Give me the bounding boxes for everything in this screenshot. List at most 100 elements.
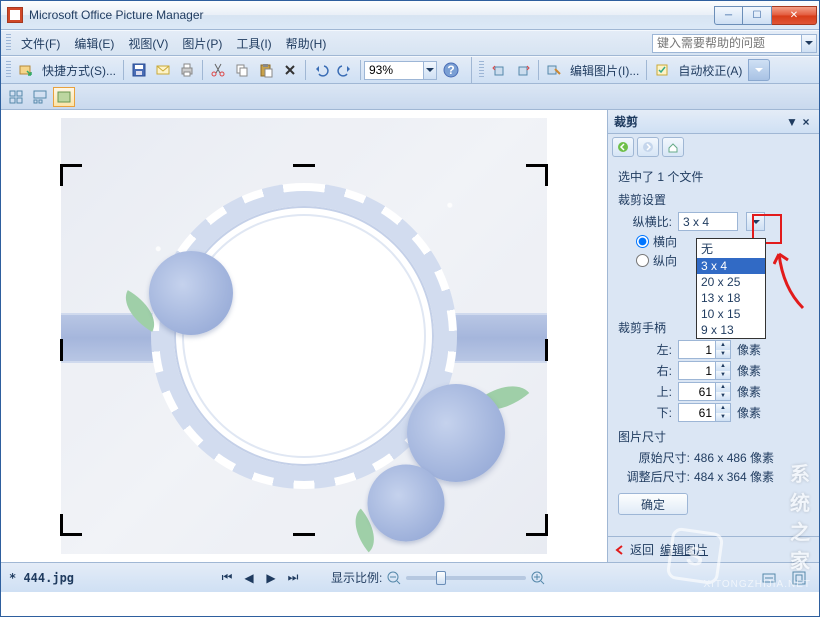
menu-help[interactable]: 帮助(H) <box>279 32 334 55</box>
gripper-icon[interactable] <box>6 34 11 52</box>
window-title: Microsoft Office Picture Manager <box>29 8 714 22</box>
crop-handle-top[interactable] <box>293 164 315 167</box>
menu-edit[interactable]: 编辑(E) <box>67 32 121 55</box>
ratio-option-3x4[interactable]: 3 x 4 <box>697 258 765 274</box>
crop-overlay <box>1 110 607 562</box>
single-view-button[interactable] <box>53 87 75 107</box>
fit-width-button[interactable] <box>758 567 780 589</box>
menu-picture[interactable]: 图片(P) <box>175 32 229 55</box>
gripper-icon[interactable] <box>6 61 11 79</box>
ratio-option-10x15[interactable]: 10 x 15 <box>697 306 765 322</box>
edit-picture-icon[interactable] <box>543 59 565 81</box>
zoom-out-button[interactable] <box>383 567 405 589</box>
gripper-icon[interactable] <box>479 61 484 79</box>
zoom-slider[interactable] <box>406 576 526 580</box>
first-image-button[interactable]: ⏮ <box>219 570 235 586</box>
zoom-dropdown-button[interactable] <box>424 61 437 80</box>
edit-picture-link[interactable]: 编辑图片 <box>660 541 708 558</box>
undo-icon[interactable] <box>310 59 332 81</box>
fit-window-button[interactable] <box>788 567 810 589</box>
paste-icon[interactable] <box>255 59 277 81</box>
left-label: 左: <box>628 341 678 358</box>
save-icon[interactable] <box>128 59 150 81</box>
bottom-label: 下: <box>628 404 678 421</box>
help-icon[interactable]: ? <box>440 59 462 81</box>
original-size-label: 原始尺寸: <box>622 449 694 466</box>
next-image-button[interactable]: ▶ <box>263 570 279 586</box>
prev-image-button[interactable]: ◀ <box>241 570 257 586</box>
ratio-value[interactable]: 3 x 4 <box>678 212 738 231</box>
taskpane-nav <box>608 134 819 160</box>
right-spinner[interactable]: ▲▼ <box>678 361 731 380</box>
top-spinner[interactable]: ▲▼ <box>678 382 731 401</box>
menu-tools[interactable]: 工具(I) <box>229 32 278 55</box>
taskpane-close-button[interactable]: × <box>799 115 813 129</box>
taskpane-header: 裁剪 ▼ × <box>608 110 819 134</box>
back-arrow-icon <box>614 544 626 556</box>
edit-picture-button[interactable]: 编辑图片(I)... <box>566 62 643 79</box>
last-image-button[interactable]: ⏭ <box>285 570 301 586</box>
auto-correct-button[interactable]: 自动校正(A) <box>674 62 746 79</box>
ratio-option-13x18[interactable]: 13 x 18 <box>697 290 765 306</box>
orient-horizontal-radio[interactable] <box>636 235 649 248</box>
help-dropdown-button[interactable] <box>802 34 817 53</box>
menu-file[interactable]: 文件(F) <box>14 32 67 55</box>
cut-icon[interactable] <box>207 59 229 81</box>
zoom-value[interactable]: 93% <box>364 61 424 80</box>
nav-home-button[interactable] <box>662 137 684 157</box>
print-icon[interactable] <box>176 59 198 81</box>
ratio-option-20x25[interactable]: 20 x 25 <box>697 274 765 290</box>
crop-handle-tl[interactable] <box>60 164 63 186</box>
crop-handle-left[interactable] <box>60 339 63 361</box>
canvas-area[interactable] <box>1 110 608 562</box>
zoom-in-button[interactable] <box>527 567 549 589</box>
delete-icon[interactable] <box>279 59 301 81</box>
close-button[interactable]: ✕ <box>772 6 817 25</box>
shortcut-icon[interactable] <box>15 59 37 81</box>
task-pane: 裁剪 ▼ × 选中了 1 个文件 裁剪设置 纵横比: 3 x 4 横向 纵向 无… <box>608 110 819 562</box>
crop-handle-right[interactable] <box>545 339 548 361</box>
rotate-left-icon[interactable] <box>488 59 510 81</box>
nav-forward-button[interactable] <box>637 137 659 157</box>
maximize-button[interactable]: ☐ <box>743 6 772 25</box>
email-icon[interactable] <box>152 59 174 81</box>
app-icon <box>7 7 23 23</box>
ratio-dropdown-button[interactable] <box>746 212 765 231</box>
orient-horizontal-label: 横向 <box>653 233 677 250</box>
original-size-value: 486 x 486 像素 <box>694 449 774 466</box>
selected-count-label: 选中了 1 个文件 <box>618 168 809 185</box>
menubar: 文件(F) 编辑(E) 视图(V) 图片(P) 工具(I) 帮助(H) <box>1 30 819 56</box>
viewbar <box>1 84 819 110</box>
filmstrip-view-button[interactable] <box>29 87 51 107</box>
auto-correct-icon[interactable] <box>651 59 673 81</box>
ratio-option-none[interactable]: 无 <box>697 239 765 258</box>
bottom-spinner[interactable]: ▲▼ <box>678 403 731 422</box>
help-search-input[interactable] <box>652 34 802 53</box>
orient-vertical-radio[interactable] <box>636 254 649 267</box>
thumbnail-view-button[interactable] <box>5 87 27 107</box>
crop-handle-tr[interactable] <box>545 164 548 186</box>
orient-vertical-label: 纵向 <box>653 252 677 269</box>
left-spinner[interactable]: ▲▼ <box>678 340 731 359</box>
crop-rectangle[interactable] <box>61 165 547 535</box>
copy-icon[interactable] <box>231 59 253 81</box>
content-area: 裁剪 ▼ × 选中了 1 个文件 裁剪设置 纵横比: 3 x 4 横向 纵向 无… <box>1 110 819 562</box>
ratio-option-9x13[interactable]: 9 x 13 <box>697 322 765 338</box>
taskpane-menu-button[interactable]: ▼ <box>785 115 799 129</box>
statusbar: * 444.jpg ⏮ ◀ ▶ ⏭ 显示比例: <box>1 562 819 592</box>
redo-icon[interactable] <box>334 59 356 81</box>
menu-view[interactable]: 视图(V) <box>121 32 175 55</box>
shortcut-button[interactable]: 快捷方式(S)... <box>38 62 120 79</box>
back-link[interactable]: 返回 <box>630 541 654 558</box>
crop-handle-bottom[interactable] <box>293 533 315 536</box>
ratio-label: 纵横比: <box>628 213 678 230</box>
rotate-right-icon[interactable] <box>512 59 534 81</box>
toolbar-overflow-icon[interactable] <box>748 59 770 81</box>
minimize-button[interactable]: ─ <box>714 6 743 25</box>
nav-back-button[interactable] <box>612 137 634 157</box>
ratio-dropdown-list: 无 3 x 4 20 x 25 13 x 18 10 x 15 9 x 13 <box>696 238 766 339</box>
taskpane-body: 选中了 1 个文件 裁剪设置 纵横比: 3 x 4 横向 纵向 无 3 x 4 … <box>608 160 819 536</box>
ok-button[interactable]: 确定 <box>618 493 688 515</box>
zoom-slider-thumb[interactable] <box>436 571 446 585</box>
crop-settings-label: 裁剪设置 <box>618 191 809 208</box>
